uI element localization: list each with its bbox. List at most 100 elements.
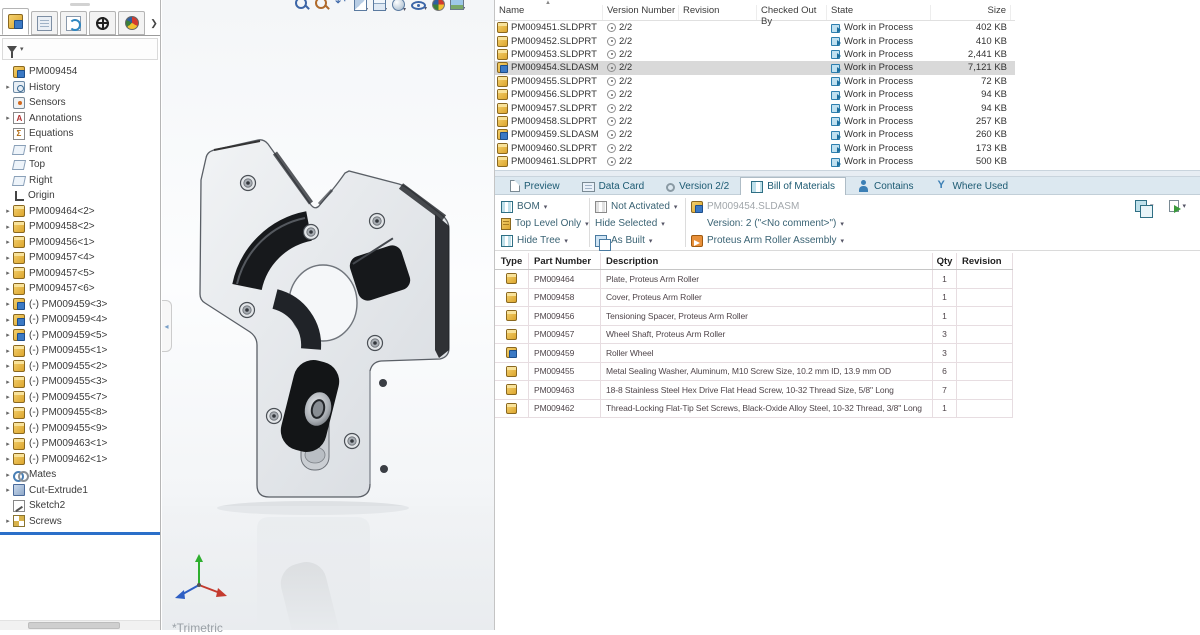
bom-column-part-number[interactable]: Part Number	[529, 253, 601, 269]
bom-row[interactable]: PM009464 Plate, Proteus Arm Roller 1	[495, 270, 1013, 289]
featuremanager-tab-displaymanager[interactable]	[118, 11, 145, 35]
tree-item[interactable]: PM009457<5>	[0, 266, 160, 282]
tree-item[interactable]: Sensors	[0, 95, 160, 111]
expander-icon[interactable]	[3, 83, 13, 91]
tree-item[interactable]: (-) PM009459<3>	[0, 297, 160, 313]
bom-row[interactable]: PM009456 Tensioning Spacer, Proteus Arm …	[495, 307, 1013, 326]
bom-toolbar-control[interactable]: PM009454.SLDASM ▾	[691, 198, 844, 215]
column-header-size[interactable]: Size	[931, 5, 1011, 20]
bom-row[interactable]: PM009457 Wheel Shaft, Proteus Arm Roller…	[495, 326, 1013, 345]
tree-item[interactable]: (-) PM009455<8>	[0, 405, 160, 421]
expander-icon[interactable]	[3, 254, 13, 262]
file-row[interactable]: PM009452.SLDPRT 2/2 Work in Process 410 …	[495, 34, 1015, 47]
panel-grip-handle[interactable]	[70, 3, 90, 6]
expander-icon[interactable]	[3, 300, 13, 308]
tree-item[interactable]: (-) PM009459<4>	[0, 312, 160, 328]
display-style-button[interactable]: ▾	[392, 0, 406, 16]
bom-toolbar-control[interactable]: Hide Selected ▾	[595, 215, 677, 232]
bom-toolbar-control[interactable]: Top Level Only ▾	[501, 215, 589, 232]
featuremanager-tab-configurationmanager[interactable]	[60, 11, 87, 35]
expander-icon[interactable]	[3, 486, 13, 494]
tree-item[interactable]: History	[0, 80, 160, 96]
tree-item[interactable]: Cut-Extrude1	[0, 483, 160, 499]
bom-row[interactable]: PM009459 Roller Wheel 3	[495, 344, 1013, 363]
tree-item[interactable]: Right	[0, 173, 160, 189]
bom-compare-button[interactable]: ▾	[1135, 200, 1154, 212]
tree-item[interactable]: PM009454	[0, 64, 160, 80]
column-header-version[interactable]: Version Number	[603, 5, 679, 20]
expander-icon[interactable]	[3, 114, 13, 122]
scrollbar-thumb[interactable]	[28, 622, 120, 629]
rollback-bar[interactable]	[0, 532, 160, 535]
expander-icon[interactable]	[3, 409, 13, 417]
bom-row[interactable]: PM009455 Metal Sealing Washer, Aluminum,…	[495, 363, 1013, 382]
tree-item[interactable]: (-) PM009455<7>	[0, 390, 160, 406]
bom-column-qty[interactable]: Qty	[933, 253, 957, 269]
tree-item[interactable]: Equations	[0, 126, 160, 142]
apply-scene-button[interactable]: ▾	[450, 0, 465, 15]
bom-toolbar-control[interactable]: Not Activated ▾	[595, 198, 677, 215]
previous-view-button[interactable]: ▾	[334, 0, 349, 16]
hide-show-items-button[interactable]: ▾	[411, 0, 427, 15]
expander-icon[interactable]	[3, 471, 13, 479]
tab-datacard[interactable]: Data Card	[571, 177, 656, 194]
tree-item[interactable]: Front	[0, 142, 160, 158]
file-row[interactable]: PM009454.SLDASM 2/2 Work in Process 7,12…	[495, 61, 1015, 74]
expander-icon[interactable]	[3, 440, 13, 448]
cad-model-view[interactable]	[162, 0, 494, 630]
section-view-button[interactable]: ▾	[354, 0, 368, 16]
bom-row[interactable]: PM009458 Cover, Proteus Arm Roller 1	[495, 289, 1013, 308]
file-row[interactable]: PM009458.SLDPRT 2/2 Work in Process 257 …	[495, 115, 1015, 128]
graphics-viewport[interactable]: ▾▾▾▾▾▾▾▾▾	[162, 0, 494, 630]
expander-icon[interactable]	[3, 362, 13, 370]
tree-item[interactable]: PM009464<2>	[0, 204, 160, 220]
tree-item[interactable]: Annotations	[0, 111, 160, 127]
tree-item[interactable]: (-) PM009455<9>	[0, 421, 160, 437]
tree-horizontal-scrollbar[interactable]	[0, 620, 160, 630]
tree-item[interactable]: Top	[0, 157, 160, 173]
tree-item[interactable]: (-) PM009455<2>	[0, 359, 160, 375]
view-orientation-button[interactable]: ▾	[373, 0, 387, 16]
file-row[interactable]: PM009455.SLDPRT 2/2 Work in Process 72 K…	[495, 75, 1015, 88]
column-header-state[interactable]: State	[827, 5, 931, 20]
expander-icon[interactable]	[3, 269, 13, 277]
bom-toolbar-control[interactable]: As Built ▾	[595, 232, 677, 249]
feature-tree-filter[interactable]: ▾	[2, 38, 158, 60]
bom-toolbar-control[interactable]: BOM ▾	[501, 198, 589, 215]
bom-column-description[interactable]: Description	[601, 253, 933, 269]
expander-icon[interactable]	[3, 378, 13, 386]
expander-icon[interactable]	[3, 517, 13, 525]
tree-item[interactable]: (-) PM009455<3>	[0, 374, 160, 390]
tree-item[interactable]: Mates	[0, 467, 160, 483]
tree-item[interactable]: (-) PM009455<1>	[0, 343, 160, 359]
tab-version[interactable]: Version 2/2	[655, 177, 740, 194]
bom-column-revision[interactable]: Revision	[957, 253, 1013, 269]
featuremanager-tab-featuremanager[interactable]	[2, 8, 29, 35]
tree-item[interactable]: PM009457<6>	[0, 281, 160, 297]
tab-bom[interactable]: Bill of Materials	[740, 177, 846, 195]
featuremanager-collapse-handle[interactable]	[162, 300, 172, 352]
tree-item[interactable]: Origin	[0, 188, 160, 204]
bom-toolbar-control[interactable]: Version: 2 ("<No comment>") ▾	[691, 215, 844, 232]
zoom-to-fit-button[interactable]: ▾	[294, 0, 309, 16]
expander-icon[interactable]	[3, 207, 13, 215]
expander-icon[interactable]	[3, 316, 13, 324]
file-row[interactable]: PM009453.SLDPRT 2/2 Work in Process 2,44…	[495, 48, 1015, 61]
tree-item[interactable]: (-) PM009463<1>	[0, 436, 160, 452]
column-header-revision[interactable]: Revision	[679, 5, 757, 20]
expander-icon[interactable]	[3, 331, 13, 339]
tree-item[interactable]: Screws	[0, 514, 160, 530]
expander-icon[interactable]	[3, 393, 13, 401]
file-row[interactable]: PM009456.SLDPRT 2/2 Work in Process 94 K…	[495, 88, 1015, 101]
tree-item[interactable]: PM009457<4>	[0, 250, 160, 266]
file-row[interactable]: PM009459.SLDASM 2/2 Work in Process 260 …	[495, 128, 1015, 141]
bom-column-type[interactable]: Type	[495, 253, 529, 269]
tab-whereused[interactable]: Where Used	[924, 177, 1019, 194]
tree-item[interactable]: PM009458<2>	[0, 219, 160, 235]
expander-icon[interactable]	[3, 424, 13, 432]
tree-item[interactable]: (-) PM009459<5>	[0, 328, 160, 344]
edit-appearance-button[interactable]: ▾	[432, 0, 445, 16]
expander-icon[interactable]	[3, 347, 13, 355]
tree-item[interactable]: PM009456<1>	[0, 235, 160, 251]
tab-contains[interactable]: Contains	[846, 177, 924, 194]
